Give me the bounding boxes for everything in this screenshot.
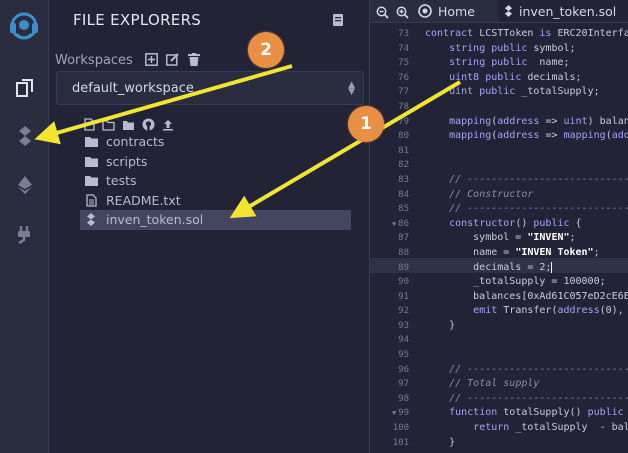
arrow-2	[34, 64, 293, 145]
annotation-arrows	[34, 64, 462, 219]
annotation-badge-1: 1	[348, 106, 384, 142]
arrow-1	[229, 80, 462, 219]
annotation-badge-2: 2	[248, 32, 284, 68]
